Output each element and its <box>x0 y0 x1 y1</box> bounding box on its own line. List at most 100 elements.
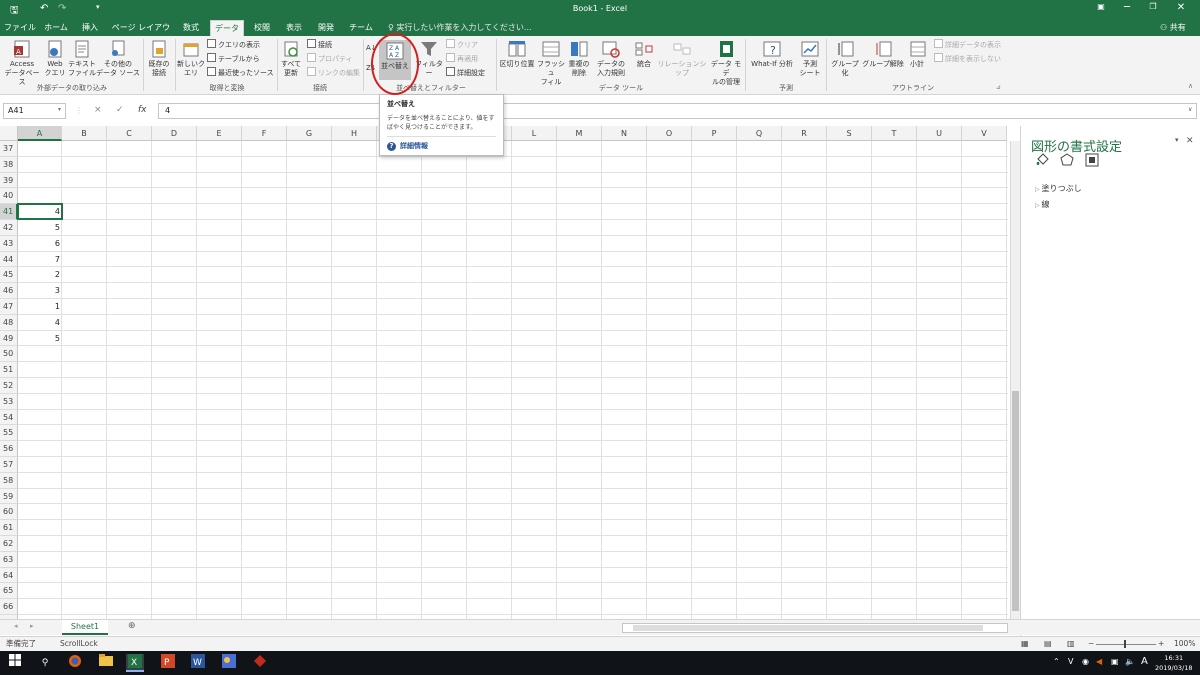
what-if-button[interactable]: ? What-If 分析 <box>747 40 797 69</box>
pane-close-icon[interactable]: ✕ <box>1186 136 1194 146</box>
column-header[interactable]: U <box>917 126 962 141</box>
next-sheet-icon[interactable]: ▸ <box>30 622 34 630</box>
row-header[interactable]: 48 <box>0 314 18 331</box>
active-cell-selection[interactable] <box>17 203 63 220</box>
insert-function-icon[interactable]: fx <box>138 105 147 115</box>
tab-file[interactable]: ファイル <box>4 20 36 36</box>
cell-a49[interactable]: 5 <box>18 331 62 347</box>
tray-sync-icon[interactable]: ◉ <box>1082 657 1089 666</box>
column-header[interactable]: S <box>827 126 872 141</box>
word-icon[interactable]: W <box>189 654 207 672</box>
row-header[interactable]: 51 <box>0 362 18 378</box>
minimize-icon[interactable]: ─ <box>1114 2 1140 13</box>
prev-sheet-icon[interactable]: ◂ <box>14 622 18 630</box>
column-header[interactable]: Q <box>737 126 782 141</box>
horizontal-scroll-thumb[interactable] <box>633 625 983 631</box>
dialog-launcher-icon[interactable]: ⊿ <box>996 84 1001 91</box>
chevron-down-icon[interactable]: ▾ <box>58 106 61 113</box>
zoom-out-icon[interactable]: − <box>1088 637 1094 651</box>
column-header[interactable]: D <box>152 126 197 141</box>
row-header[interactable]: 52 <box>0 378 18 394</box>
row-header[interactable]: 39 <box>0 172 18 189</box>
cell-a46[interactable]: 3 <box>18 283 62 299</box>
recent-sources-button[interactable]: 最近使ったソース <box>207 67 274 79</box>
row-header[interactable]: 60 <box>0 504 18 521</box>
column-header[interactable]: A <box>18 126 62 141</box>
zoom-slider[interactable] <box>1096 644 1156 645</box>
column-header[interactable]: O <box>647 126 692 141</box>
tray-app-icon[interactable]: V <box>1068 657 1073 666</box>
hide-detail-button[interactable]: 詳細を表示しない <box>934 53 1001 65</box>
tooltip-help-link[interactable]: ? 詳細情報 <box>387 142 428 151</box>
size-properties-icon[interactable] <box>1085 153 1099 167</box>
row-header[interactable]: 64 <box>0 567 18 584</box>
tab-data[interactable]: データ <box>210 20 244 36</box>
flash-fill-button[interactable]: フラッシュ フィル <box>536 40 566 87</box>
zoom-slider-thumb[interactable] <box>1124 640 1126 648</box>
tab-team[interactable]: チーム <box>344 20 378 36</box>
zoom-in-icon[interactable]: + <box>1158 637 1164 651</box>
show-queries-button[interactable]: クエリの表示 <box>207 39 260 51</box>
row-header[interactable]: 63 <box>0 551 18 568</box>
row-header[interactable]: 43 <box>0 235 18 252</box>
column-header[interactable]: M <box>557 126 602 141</box>
row-header[interactable]: 49 <box>0 330 18 347</box>
add-sheet-icon[interactable]: ⊕ <box>128 621 136 631</box>
cell-a43[interactable]: 6 <box>18 236 62 252</box>
column-header[interactable]: P <box>692 126 737 141</box>
row-header[interactable]: 37 <box>0 141 18 157</box>
column-header[interactable]: R <box>782 126 827 141</box>
worksheet-grid[interactable]: ABCDEFGHIJKLMNOPQRSTUV373839404144254364… <box>0 126 1020 619</box>
tab-developer[interactable]: 開発 <box>312 20 340 36</box>
row-header[interactable]: 46 <box>0 283 18 299</box>
text-file-button[interactable]: テキスト ファイル <box>68 40 96 78</box>
column-header[interactable]: L <box>512 126 557 141</box>
row-header[interactable]: 57 <box>0 457 18 473</box>
page-break-view-icon[interactable]: ▥ <box>1067 637 1075 651</box>
column-header[interactable]: G <box>287 126 332 141</box>
line-section[interactable]: ▷ 線 <box>1035 199 1050 210</box>
column-header[interactable]: H <box>332 126 377 141</box>
cell-a44[interactable]: 7 <box>18 252 62 268</box>
share-button[interactable]: ⚇ 共有 <box>1160 20 1186 36</box>
normal-view-icon[interactable]: ▦ <box>1021 637 1029 651</box>
ime-indicator[interactable]: A <box>1141 656 1148 667</box>
tab-insert[interactable]: 挿入 <box>76 20 104 36</box>
close-icon[interactable]: ✕ <box>1168 2 1194 13</box>
row-header[interactable]: 66 <box>0 599 18 615</box>
relationships-button[interactable]: リレーションシップ <box>656 40 708 78</box>
tray-app2-icon[interactable]: ◀ <box>1096 657 1102 666</box>
web-query-button[interactable]: Web クエリ <box>42 40 68 78</box>
row-header[interactable]: 40 <box>0 188 18 205</box>
fill-section[interactable]: ▷ 塗りつぶし <box>1035 183 1082 194</box>
show-detail-button[interactable]: 詳細データの表示 <box>934 39 1001 51</box>
name-box[interactable]: A41 <box>3 103 66 119</box>
tell-me-box[interactable]: ♀ 実行したい作業を入力してください... <box>388 20 532 36</box>
data-validation-button[interactable]: データの 入力規則 <box>592 40 630 78</box>
consolidate-button[interactable]: 統合 <box>632 40 656 69</box>
horizontal-scrollbar[interactable] <box>622 623 1008 633</box>
excel-taskbar-icon[interactable]: X <box>126 654 144 672</box>
edit-links-button[interactable]: リンクの編集 <box>307 67 360 79</box>
row-header[interactable]: 58 <box>0 472 18 489</box>
subtotal-button[interactable]: 小計 <box>904 40 930 69</box>
row-header[interactable]: 55 <box>0 425 18 442</box>
properties-button[interactable]: プロパティ <box>307 53 353 65</box>
data-model-button[interactable]: データ モデ ルの管理 <box>708 40 744 87</box>
other-sources-button[interactable]: その他の データ ソース <box>96 40 140 78</box>
remove-duplicates-button[interactable]: 重複の 削除 <box>566 40 592 78</box>
search-icon[interactable]: ⚲ <box>36 654 54 672</box>
refresh-all-button[interactable]: すべて 更新 <box>279 40 303 78</box>
row-header[interactable]: 62 <box>0 536 18 552</box>
row-header[interactable]: 45 <box>0 267 18 284</box>
row-header[interactable]: 47 <box>0 299 18 315</box>
row-header[interactable]: 53 <box>0 393 18 410</box>
tab-formulas[interactable]: 数式 <box>176 20 206 36</box>
text-to-columns-button[interactable]: 区切り位置 <box>498 40 536 69</box>
vertical-scroll-thumb[interactable] <box>1012 391 1019 611</box>
row-header[interactable]: 65 <box>0 583 18 600</box>
access-button[interactable]: A Access データベース <box>2 40 42 87</box>
vertical-scrollbar[interactable] <box>1010 141 1020 619</box>
save-icon[interactable]: 🖫 <box>10 3 19 20</box>
row-header[interactable]: 54 <box>0 409 18 426</box>
